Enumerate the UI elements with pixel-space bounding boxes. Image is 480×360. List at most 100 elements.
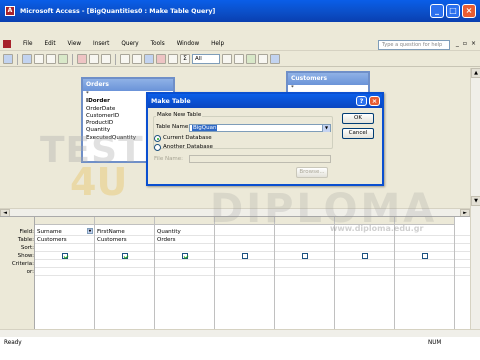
grid-column[interactable] [335,217,395,330]
grid-field-cell[interactable]: FirstName [97,229,125,235]
help-icon[interactable] [270,54,280,64]
run-icon[interactable] [156,54,166,64]
another-database-label[interactable]: Another Database [163,144,213,150]
status-text: Ready [4,340,22,346]
grid-field-cell[interactable]: Quantity [157,229,181,235]
num-lock-indicator: NUM [428,340,442,346]
column-selector[interactable] [35,217,94,225]
redo-icon[interactable] [132,54,142,64]
column-selector[interactable] [95,217,154,225]
top-values-combo[interactable]: All [192,54,220,64]
properties-icon[interactable] [222,54,232,64]
menu-query[interactable]: Query [115,41,144,47]
build-icon[interactable] [234,54,244,64]
doc-close-icon[interactable]: × [471,40,476,47]
grid-column[interactable] [215,217,275,330]
scroll-down-icon[interactable]: ▼ [471,196,480,206]
menu-tools[interactable]: Tools [145,41,171,47]
query-window-icon[interactable] [3,39,11,48]
show-checkbox[interactable] [242,253,248,259]
new-object-icon[interactable] [258,54,268,64]
row-label-field: Field: [19,229,34,235]
close-button[interactable]: × [462,4,476,18]
grid-column[interactable]: Quantity Orders [155,217,215,330]
save-icon[interactable] [22,54,32,64]
menu-file[interactable]: File [17,41,39,47]
print-preview-icon[interactable] [46,54,56,64]
field-dropdown-icon[interactable]: ▼ [87,228,93,234]
grid-table-cell[interactable]: Customers [37,237,67,243]
table-pane-vertical-scrollbar[interactable]: ▲ ▼ [470,68,480,216]
window-title: Microsoft Access - [BigQuantities0 : Mak… [20,7,216,15]
toolbar-separator [72,53,73,65]
menu-help[interactable]: Help [205,41,230,47]
browse-button[interactable]: Browse... [296,167,328,178]
orders-table-title[interactable]: Orders [83,79,173,91]
doc-minimize-icon[interactable]: _ [456,40,459,47]
grid-column[interactable] [275,217,335,330]
make-table-dialog: Make Table ? × Make New Table Table Name… [146,92,384,186]
show-table-icon[interactable] [168,54,178,64]
spelling-icon[interactable] [58,54,68,64]
grid-vertical-scrollbar[interactable] [470,216,480,329]
ok-button[interactable]: OK [342,113,374,124]
show-checkbox[interactable] [302,253,308,259]
column-selector[interactable] [155,217,214,225]
chevron-down-icon[interactable]: ▼ [322,125,330,132]
grid-table-cell[interactable]: Orders [157,237,176,243]
table-name-value[interactable]: BigQuan [192,125,218,131]
column-selector[interactable] [395,217,454,225]
window-controls: _ □ × [430,4,476,18]
maximize-button[interactable]: □ [446,4,460,18]
close-icon[interactable]: × [369,96,380,106]
toolbar-separator [115,53,116,65]
cut-icon[interactable] [77,54,87,64]
grid-horizontal-scrollbar[interactable] [0,329,480,337]
another-database-radio[interactable] [154,144,161,151]
access-window: A Microsoft Access - [BigQuantities0 : M… [0,0,480,337]
grid-field-cell[interactable]: Surname [37,229,62,235]
help-search-input[interactable]: Type a question for help [378,40,450,50]
menu-window[interactable]: Window [171,41,205,47]
column-selector[interactable] [215,217,274,225]
scroll-up-icon[interactable]: ▲ [471,68,480,78]
query-type-icon[interactable] [144,54,154,64]
status-bar: Ready NUM [0,337,480,360]
undo-icon[interactable] [120,54,130,64]
menu-insert[interactable]: Insert [87,41,115,47]
title-bar: A Microsoft Access - [BigQuantities0 : M… [0,0,480,22]
customers-table-title[interactable]: Customers [288,73,368,85]
current-database-label[interactable]: Current Database [163,135,212,141]
view-icon[interactable] [3,54,13,64]
show-checkbox[interactable] [122,253,128,259]
show-checkbox[interactable] [422,253,428,259]
row-label-show: Show: [17,253,34,259]
minimize-button[interactable]: _ [430,4,444,18]
cancel-button[interactable]: Cancel [342,128,374,139]
column-selector[interactable] [275,217,334,225]
dialog-controls: ? × [356,96,380,106]
copy-icon[interactable] [89,54,99,64]
totals-icon[interactable]: Σ [180,54,190,64]
database-window-icon[interactable] [246,54,256,64]
help-icon[interactable]: ? [356,96,367,106]
grid-column[interactable] [395,217,455,330]
show-checkbox[interactable] [62,253,68,259]
doc-restore-icon[interactable]: ▫ [463,40,467,47]
current-database-radio[interactable] [154,135,161,142]
file-name-input[interactable] [189,155,331,163]
table-pane-horizontal-scrollbar[interactable]: ◄ ► [0,208,470,217]
print-icon[interactable] [34,54,44,64]
show-checkbox[interactable] [182,253,188,259]
toolbar-separator [17,53,18,65]
menu-edit[interactable]: Edit [39,41,62,47]
show-checkbox[interactable] [362,253,368,259]
column-selector[interactable] [335,217,394,225]
grid-column[interactable]: Surname ▼ Customers [35,217,95,330]
menu-view[interactable]: View [62,41,88,47]
dialog-title: Make Table [151,97,191,105]
table-name-combo[interactable]: BigQuan ▼ [189,124,331,132]
grid-table-cell[interactable]: Customers [97,237,127,243]
paste-icon[interactable] [101,54,111,64]
grid-column[interactable]: FirstName Customers [95,217,155,330]
